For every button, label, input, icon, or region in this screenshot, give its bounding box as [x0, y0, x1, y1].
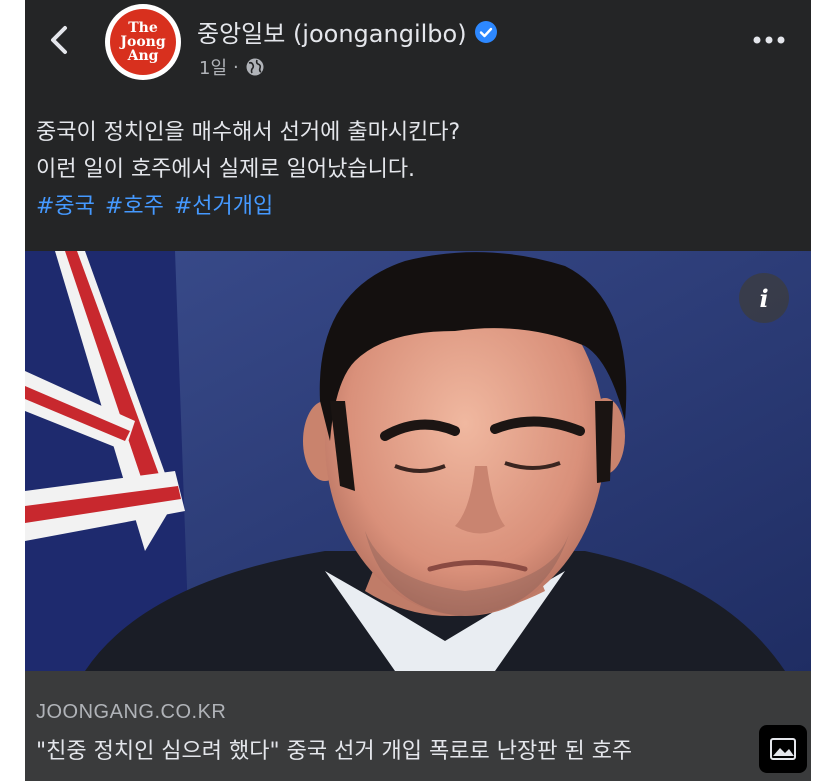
caption-line-2: 이런 일이 호주에서 실제로 일어났습니다.: [36, 157, 416, 182]
verified-badge-icon: [474, 20, 497, 43]
hashtag-australia[interactable]: #호주: [105, 188, 164, 225]
back-button[interactable]: [40, 20, 80, 60]
news-photo: [25, 251, 811, 671]
post-caption: 중국이 정치인을 매수해서 선거에 출마시킨다? 이런 일이 호주에서 실제로 …: [36, 114, 796, 225]
logo-text-line2: Joong: [120, 34, 166, 50]
logo-text-line3: Ang: [127, 48, 159, 64]
link-preview[interactable]: JOONGANG.CO.KR "친중 정치인 심으려 했다" 중국 선거 개입 …: [25, 671, 811, 781]
link-domain: JOONGANG.CO.KR: [36, 701, 227, 723]
meta-separator: ·: [233, 56, 239, 78]
info-button[interactable]: i: [739, 273, 789, 323]
post-meta: 1일 ·: [199, 54, 265, 80]
hashtag-election-interference[interactable]: #선거개입: [174, 188, 273, 225]
joongang-logo: The Joong Ang: [110, 9, 176, 75]
more-options-button[interactable]: [749, 28, 789, 52]
page-name[interactable]: 중앙일보 (joongangilbo): [197, 14, 467, 49]
link-title[interactable]: "친중 정치인 심으려 했다" 중국 선거 개입 폭로로 난장판 된 호주: [36, 733, 632, 765]
page-name-row: 중앙일보 (joongangilbo): [197, 14, 497, 49]
post-photo[interactable]: i: [25, 251, 811, 671]
more-horizontal-icon: [753, 36, 785, 44]
page-avatar[interactable]: The Joong Ang: [105, 4, 181, 80]
caption-line-1: 중국이 정치인을 매수해서 선거에 출마시킨다?: [36, 120, 461, 145]
hashtag-list: #중국 #호주 #선거개입: [36, 188, 796, 225]
post-time[interactable]: 1일: [199, 54, 227, 80]
facebook-post: The Joong Ang 중앙일보 (joongangilbo) 1일 · 중…: [25, 0, 811, 781]
globe-icon: [246, 58, 264, 76]
logo-text-line1: The: [128, 20, 158, 36]
chevron-left-icon: [51, 26, 67, 54]
image-button[interactable]: [759, 725, 807, 773]
hashtag-china[interactable]: #중국: [36, 188, 95, 225]
info-icon: i: [759, 283, 769, 313]
image-icon: [770, 738, 796, 760]
